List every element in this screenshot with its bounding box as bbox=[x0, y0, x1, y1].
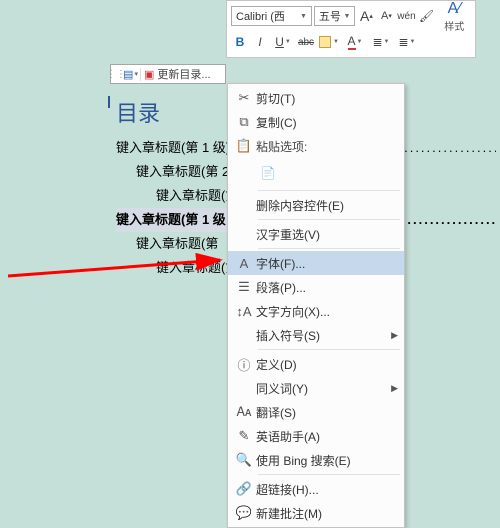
comment-icon: 💬 bbox=[232, 505, 256, 521]
ctx-reconvert[interactable]: 汉字重选(V) bbox=[228, 222, 404, 246]
ctx-copy[interactable]: ⧉ 复制(C) bbox=[228, 110, 404, 134]
paragraph-icon: ☰ bbox=[232, 279, 256, 295]
paste-icon: 📋 bbox=[232, 138, 256, 154]
bold-button[interactable]: B bbox=[231, 32, 249, 52]
highlight-icon bbox=[319, 36, 331, 48]
update-icon: ▣ bbox=[144, 68, 154, 81]
separator bbox=[258, 349, 400, 350]
phonetic-guide-button[interactable]: wén bbox=[397, 6, 415, 26]
toc-options-button[interactable]: ▤▾ bbox=[121, 68, 141, 81]
ctx-translate[interactable]: 🗛 翻译(S) bbox=[228, 400, 404, 424]
font-size-combo[interactable]: 五号 ▼ bbox=[314, 6, 356, 26]
paste-text-icon: 📄 bbox=[261, 166, 276, 180]
update-toc-button[interactable]: ▣ 更新目录... bbox=[141, 66, 225, 82]
brush-icon: 🖌 bbox=[419, 9, 434, 23]
toc-icon: ▤ bbox=[123, 68, 133, 81]
font-color-button[interactable]: A▼ bbox=[343, 32, 367, 52]
bullets-button[interactable]: ≣▼ bbox=[369, 32, 393, 52]
update-toc-label: 更新目录... bbox=[157, 66, 210, 82]
ctx-paragraph[interactable]: ☰ 段落(P)... bbox=[228, 275, 404, 299]
context-menu: ✂ 剪切(T) ⧉ 复制(C) 📋 粘贴选项: 📄 删除内容控件(E) 汉字重选… bbox=[227, 83, 405, 528]
ctx-paste-header: 📋 粘贴选项: bbox=[228, 134, 404, 158]
underline-button[interactable]: U▼ bbox=[271, 32, 295, 52]
numbering-button[interactable]: ≣▼ bbox=[395, 32, 419, 52]
paste-keep-text-button[interactable]: 📄 bbox=[256, 161, 280, 185]
cursor-indicator bbox=[108, 96, 112, 108]
cut-icon: ✂ bbox=[232, 90, 256, 106]
separator bbox=[258, 190, 400, 191]
ctx-bing-search[interactable]: 🔍 使用 Bing 搜索(E) bbox=[228, 448, 404, 472]
separator bbox=[258, 248, 400, 249]
search-icon: 🔍 bbox=[232, 452, 256, 468]
font-name-value: Calibri (西 bbox=[236, 8, 285, 24]
numbering-icon: ≣ bbox=[398, 35, 408, 49]
drag-handle-icon[interactable]: ⋮⋮ bbox=[111, 69, 121, 80]
ctx-hyperlink[interactable]: 🔗 超链接(H)... bbox=[228, 477, 404, 501]
strikethrough-button[interactable]: abc bbox=[297, 32, 315, 52]
ctx-delete-content-control[interactable]: 删除内容控件(E) bbox=[228, 193, 404, 217]
ctx-font[interactable]: A 字体(F)... bbox=[228, 251, 404, 275]
text-direction-icon: ↕A bbox=[232, 304, 256, 319]
format-painter-button[interactable]: 🖌 bbox=[418, 6, 436, 26]
translate-icon: 🗛 bbox=[232, 404, 256, 420]
chevron-down-icon: ▼ bbox=[300, 13, 307, 20]
styles-button[interactable]: A⁄ 样式 bbox=[438, 0, 471, 33]
styles-icon: A⁄ bbox=[448, 0, 461, 18]
chevron-down-icon: ▼ bbox=[343, 13, 350, 20]
ctx-new-comment[interactable]: 💬 新建批注(M) bbox=[228, 501, 404, 525]
mini-toolbar: Calibri (西 ▼ 五号 ▼ A▴ A▾ wén 🖌 A⁄ 样式 B I … bbox=[226, 0, 476, 58]
copy-icon: ⧉ bbox=[232, 114, 256, 130]
toc-control-bar: ⋮⋮ ▤▾ ▣ 更新目录... bbox=[110, 64, 226, 84]
font-name-combo[interactable]: Calibri (西 ▼ bbox=[231, 6, 312, 26]
ctx-cut[interactable]: ✂ 剪切(T) bbox=[228, 86, 404, 110]
shrink-font-button[interactable]: A▾ bbox=[377, 6, 395, 26]
assistant-icon: ✎ bbox=[232, 428, 256, 444]
ctx-synonyms[interactable]: 同义词(Y) ▶ bbox=[228, 376, 404, 400]
ctx-english-assistant[interactable]: ✎ 英语助手(A) bbox=[228, 424, 404, 448]
submenu-arrow-icon: ▶ bbox=[391, 383, 398, 394]
paste-options-row: 📄 bbox=[228, 158, 404, 188]
font-icon: A bbox=[232, 256, 256, 271]
font-size-value: 五号 bbox=[319, 8, 341, 24]
submenu-arrow-icon: ▶ bbox=[391, 330, 398, 341]
define-icon: ⓘ bbox=[232, 355, 256, 374]
hyperlink-icon: 🔗 bbox=[232, 481, 256, 497]
bullets-icon: ≣ bbox=[372, 35, 382, 49]
separator bbox=[258, 474, 400, 475]
highlight-color-button[interactable]: ▼ bbox=[317, 32, 341, 52]
ctx-define[interactable]: ⓘ 定义(D) bbox=[228, 352, 404, 376]
separator bbox=[258, 219, 400, 220]
ctx-text-direction[interactable]: ↕A 文字方向(X)... bbox=[228, 299, 404, 323]
ctx-insert-symbol[interactable]: 插入符号(S) ▶ bbox=[228, 323, 404, 347]
italic-button[interactable]: I bbox=[251, 32, 269, 52]
grow-font-button[interactable]: A▴ bbox=[357, 6, 375, 26]
